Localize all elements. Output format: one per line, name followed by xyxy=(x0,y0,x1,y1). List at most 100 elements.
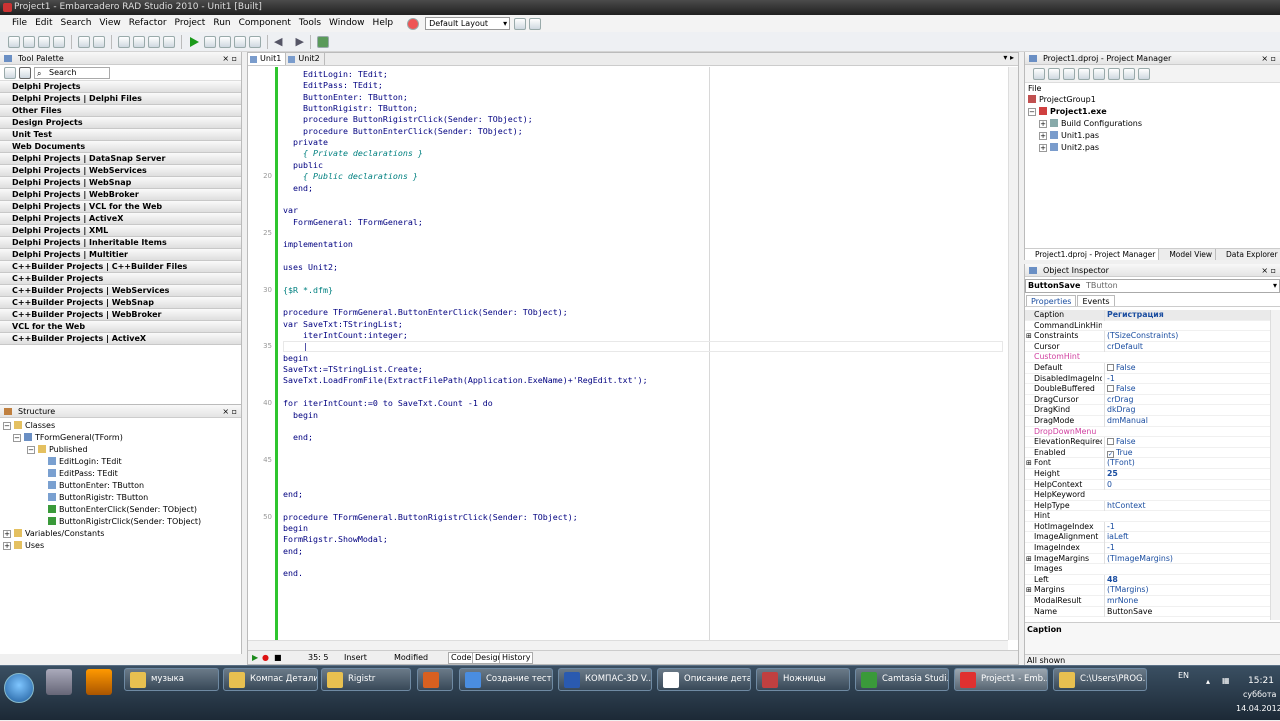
property-row[interactable]: ImageIndex -1 xyxy=(1025,543,1271,554)
palette-category[interactable]: Delphi Projects | Multitier xyxy=(0,249,241,261)
remove-icon[interactable] xyxy=(1063,67,1075,80)
property-value[interactable]: False xyxy=(1104,384,1269,395)
code-line[interactable]: end; xyxy=(283,432,313,443)
back-arrow-icon[interactable]: ◀ xyxy=(274,35,282,48)
code-line[interactable]: begin xyxy=(283,353,308,364)
property-row[interactable]: DragMode dmManual xyxy=(1025,415,1271,427)
property-row[interactable]: DisabledImageIndex -1 xyxy=(1025,373,1271,385)
code-line[interactable]: procedure ButtonEnterClick(Sender: TObje… xyxy=(283,126,523,137)
property-value[interactable]: ButtonSave xyxy=(1104,606,1269,618)
checkbox[interactable] xyxy=(1107,363,1114,371)
property-value[interactable]: False xyxy=(1104,437,1269,448)
palette-category[interactable]: Delphi Projects | ActiveX xyxy=(0,213,241,225)
tab-unit1[interactable]: Unit1 xyxy=(248,53,287,65)
palette-category[interactable]: C++Builder Projects | WebBroker xyxy=(0,309,241,321)
taskbar-button[interactable]: C:\Users\PROG... xyxy=(1053,668,1147,691)
property-value[interactable]: False xyxy=(1104,362,1269,374)
tree-node-editlogin[interactable]: EditLogin: TEdit xyxy=(0,456,241,468)
property-row[interactable]: Cursor crDefault xyxy=(1025,341,1271,353)
tree-node-rigistrclick[interactable]: ButtonRigistrClick(Sender: TObject) xyxy=(0,516,241,528)
palette-category[interactable]: Delphi Projects | VCL for the Web xyxy=(0,201,241,213)
code-line[interactable]: implementation xyxy=(283,239,353,250)
palette-category[interactable]: Delphi Projects | WebBroker xyxy=(0,189,241,201)
property-value[interactable]: crDrag xyxy=(1104,394,1269,406)
tab-events[interactable]: Events xyxy=(1077,295,1115,306)
menu-tools[interactable]: Tools xyxy=(295,15,325,32)
code-line[interactable]: { Public declarations } xyxy=(283,171,418,182)
property-row[interactable]: DoubleBuffered False xyxy=(1025,384,1271,395)
menu-run[interactable]: Run xyxy=(209,15,234,32)
property-value[interactable]: mrNone xyxy=(1104,596,1269,607)
activate-icon[interactable] xyxy=(1033,67,1045,80)
tree-node-uses[interactable]: + Uses xyxy=(0,540,241,552)
code-line[interactable]: end; xyxy=(283,546,303,557)
property-value[interactable]: Регистрация xyxy=(1104,310,1269,321)
code-line[interactable]: SaveTxt.LoadFromFile(ExtractFilePath(App… xyxy=(283,375,648,386)
forward-arrow-icon[interactable]: ▶ xyxy=(295,35,303,48)
tab-properties[interactable]: Properties xyxy=(1026,295,1077,306)
property-value[interactable]: -1 xyxy=(1104,521,1269,533)
close-icon[interactable]: × ▫ xyxy=(1261,52,1276,65)
tab-data-explorer[interactable]: Data Explorer xyxy=(1216,249,1280,260)
code-line[interactable]: ButtonEnter: TButton; xyxy=(283,92,408,103)
property-row[interactable]: CustomHint xyxy=(1025,352,1271,363)
code-line[interactable]: end. xyxy=(283,568,303,579)
property-scrollbar[interactable] xyxy=(1270,310,1280,620)
tab-code[interactable]: Code xyxy=(448,652,475,664)
collapse-icon[interactable] xyxy=(1138,67,1150,80)
palette-category[interactable]: C++Builder Projects | C++Builder Files xyxy=(0,261,241,273)
property-value[interactable]: (TImageMargins) xyxy=(1104,553,1269,565)
property-value[interactable]: 0 xyxy=(1104,479,1269,491)
component-selector[interactable]: ButtonSave TButton ▾ xyxy=(1025,279,1280,293)
code-line[interactable]: begin xyxy=(283,523,308,534)
tab-model-view[interactable]: Model View xyxy=(1159,249,1217,260)
property-value[interactable]: iaLeft xyxy=(1104,532,1269,544)
menu-search[interactable]: Search xyxy=(57,15,96,32)
palette-category[interactable]: Unit Test xyxy=(0,129,241,141)
tab-menu-icon[interactable]: ▾ ▸ xyxy=(1003,53,1018,65)
code-line[interactable]: begin xyxy=(283,410,318,421)
property-row[interactable]: Images xyxy=(1025,564,1271,575)
set-layout-icon[interactable] xyxy=(529,17,542,30)
property-row[interactable]: Left 48 xyxy=(1025,574,1271,586)
code-line[interactable]: var xyxy=(283,205,298,216)
stop-icon[interactable]: ■ xyxy=(274,651,282,664)
code-line[interactable]: procedure TFormGeneral.ButtonRigistrClic… xyxy=(283,512,578,523)
filter-icon[interactable] xyxy=(19,66,31,79)
property-value[interactable]: (TSizeConstraints) xyxy=(1104,331,1269,342)
taskbar-button[interactable]: Компас Детали xyxy=(223,668,318,691)
property-row[interactable]: HelpContext 0 xyxy=(1025,479,1271,491)
horizontal-scrollbar[interactable] xyxy=(248,640,1008,650)
stop-icon[interactable] xyxy=(219,35,231,48)
palette-category[interactable]: Other Files xyxy=(0,105,241,117)
palette-category[interactable]: Delphi Projects | DataSnap Server xyxy=(0,153,241,165)
property-value[interactable]: 48 xyxy=(1104,574,1269,586)
property-value[interactable]: ✓ True xyxy=(1104,447,1269,459)
save-layout-icon[interactable] xyxy=(514,17,527,30)
clock-time[interactable]: 15:21 xyxy=(1248,676,1274,686)
property-row[interactable]: ImageAlignment iaLeft xyxy=(1025,532,1271,544)
property-row[interactable]: HotImageIndex -1 xyxy=(1025,521,1271,533)
sync-icon[interactable] xyxy=(1078,67,1090,80)
trace-into-icon[interactable] xyxy=(234,35,246,48)
view-unit-icon[interactable] xyxy=(163,35,175,48)
property-row[interactable]: ⊞ Font (TFont) xyxy=(1025,458,1271,469)
tree-node-form[interactable]: − TFormGeneral(TForm) xyxy=(0,432,241,444)
tab-history[interactable]: History xyxy=(499,652,534,664)
code-line[interactable]: var SaveTxt:TStringList; xyxy=(283,319,403,330)
menu-edit[interactable]: Edit xyxy=(31,15,56,32)
close-icon[interactable]: × ▫ xyxy=(222,52,237,65)
property-row[interactable]: Name ButtonSave xyxy=(1025,606,1271,618)
property-row[interactable]: DragKind dkDrag xyxy=(1025,405,1271,416)
network-icon[interactable]: ▦ xyxy=(1222,676,1230,685)
palette-category[interactable]: VCL for the Web xyxy=(0,321,241,333)
palette-category[interactable]: Delphi Projects | Delphi Files xyxy=(0,93,241,105)
property-value[interactable]: crDefault xyxy=(1104,341,1269,353)
run-icon[interactable] xyxy=(190,36,199,47)
tree-node-buttonenter[interactable]: ButtonEnter: TButton xyxy=(0,480,241,492)
property-value[interactable]: (TMargins) xyxy=(1104,585,1269,597)
code-line[interactable]: end; xyxy=(283,489,303,500)
code-line[interactable]: FormRigstr.ShowModal; xyxy=(283,534,388,545)
categories-icon[interactable] xyxy=(4,66,16,79)
palette-category[interactable]: Delphi Projects | WebServices xyxy=(0,165,241,177)
